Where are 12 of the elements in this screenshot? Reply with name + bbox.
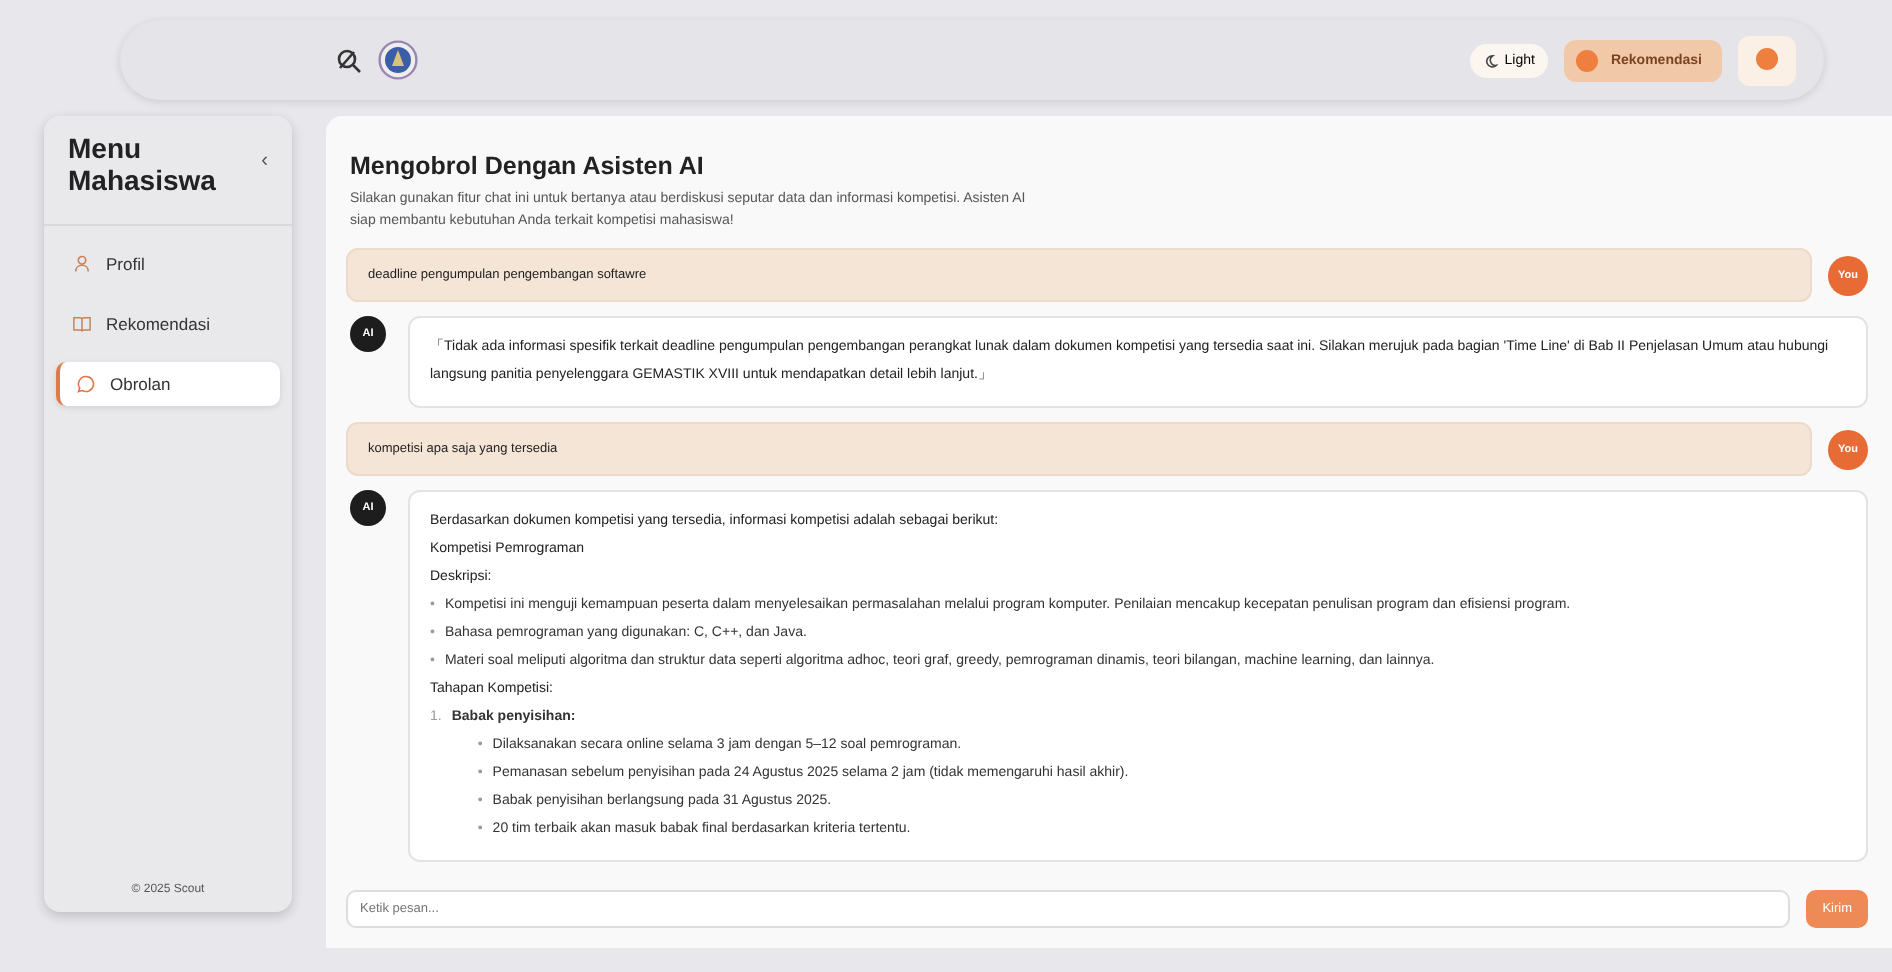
moon-icon xyxy=(1484,53,1499,67)
sidebar-item[interactable]: Obrolan xyxy=(56,362,280,406)
collapse-button[interactable]: ‹ xyxy=(261,150,268,172)
person-icon xyxy=(72,254,92,274)
search-icon[interactable] xyxy=(336,47,362,73)
sidebar-item[interactable]: Profil xyxy=(56,242,280,286)
sidebar-item[interactable]: Rekomendasi xyxy=(56,302,280,346)
page-title: Mengobrol Dengan Asisten AI xyxy=(350,152,706,180)
chat-bubble-icon xyxy=(76,374,96,394)
sidebar-title: Menu Mahasiswa xyxy=(68,132,218,196)
emblem-icon xyxy=(378,40,418,80)
book-icon xyxy=(72,314,92,334)
